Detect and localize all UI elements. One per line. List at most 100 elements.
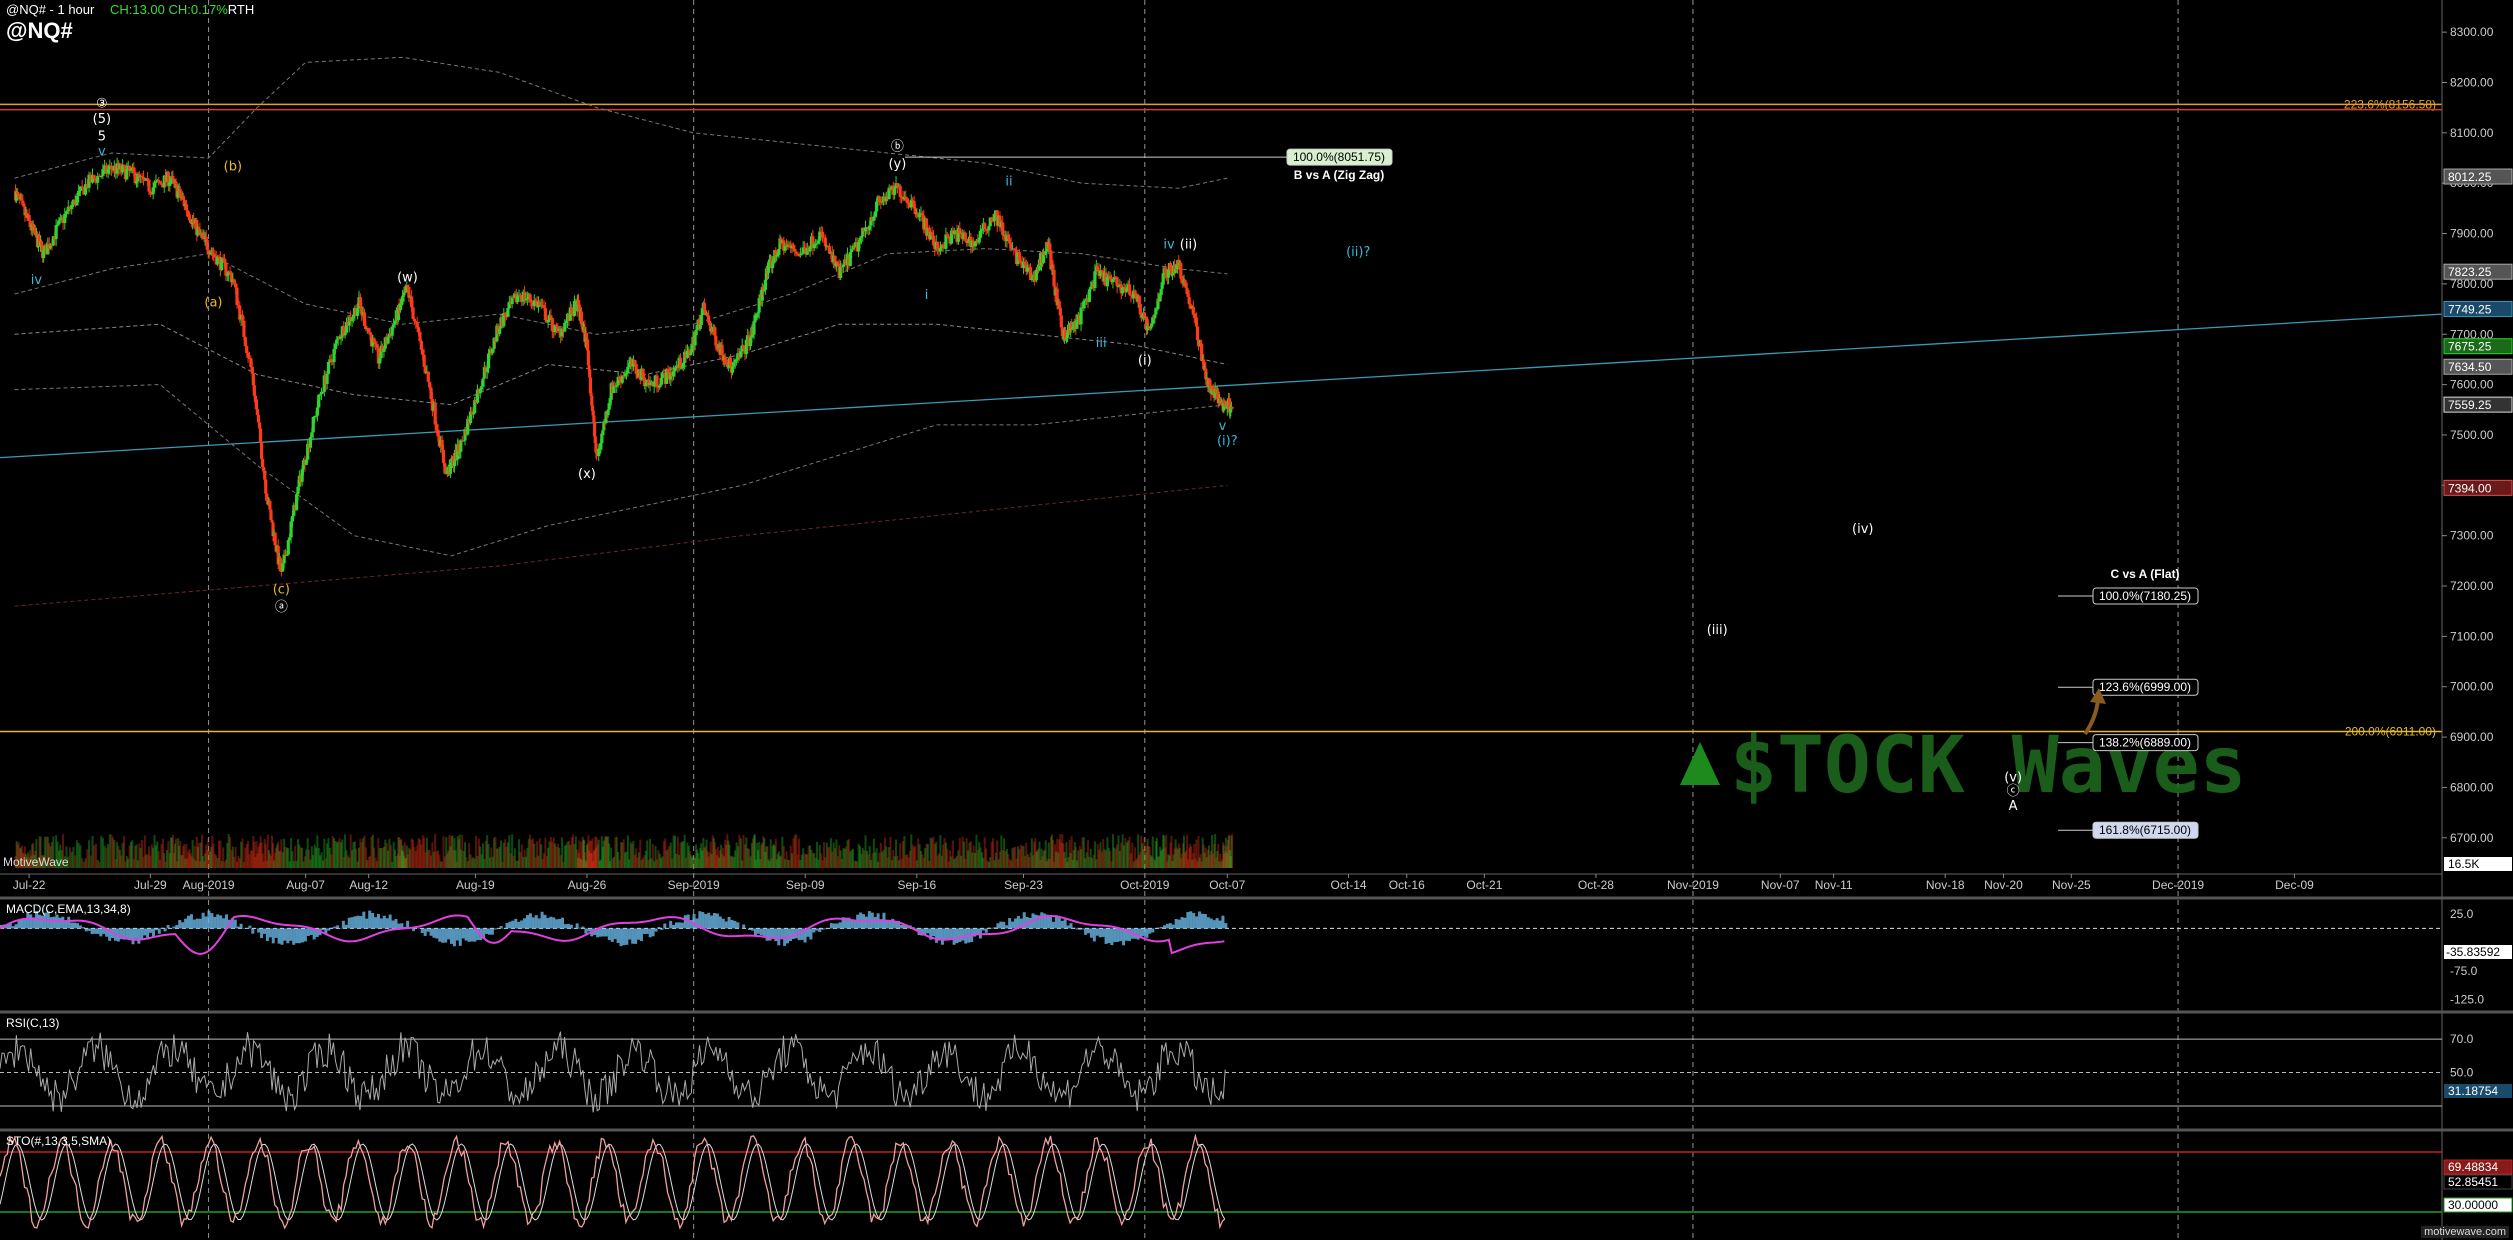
y-tick-label: 7600.00 bbox=[2450, 378, 2494, 392]
macd-histogram-bar bbox=[558, 919, 562, 929]
macd-histogram-bar bbox=[867, 911, 871, 929]
macd-histogram-bar bbox=[131, 928, 135, 945]
macd-histogram-bar bbox=[1127, 928, 1131, 941]
macd-histogram-bar bbox=[493, 928, 497, 930]
macd-histogram-bar bbox=[645, 928, 649, 934]
macd-histogram-bar bbox=[444, 928, 448, 943]
macd-histogram-bar bbox=[327, 928, 331, 931]
macd-histogram-bar bbox=[458, 928, 462, 946]
macd-histogram-bar bbox=[818, 928, 822, 932]
macd-histogram-bar bbox=[1101, 928, 1105, 937]
candle-body bbox=[1230, 406, 1234, 409]
macd-histogram-bar bbox=[900, 924, 904, 929]
macd-histogram-bar bbox=[397, 923, 401, 929]
price-change: CH:13.00 CH:0.17% bbox=[109, 2, 228, 17]
wave-label: (i) bbox=[1138, 353, 1152, 368]
macd-histogram-bar bbox=[52, 916, 56, 929]
macd-histogram-bar bbox=[762, 928, 766, 937]
macd-histogram-bar bbox=[1189, 911, 1193, 929]
macd-histogram-bar bbox=[733, 920, 737, 929]
volume-bar bbox=[68, 847, 71, 868]
macd-histogram-bar bbox=[637, 928, 641, 940]
wave-label: (x) bbox=[578, 467, 596, 482]
macd-histogram-bar bbox=[850, 920, 854, 929]
macd-histogram-bar bbox=[1160, 926, 1164, 929]
macd-histogram-bar bbox=[1049, 916, 1053, 929]
candle-body bbox=[99, 175, 103, 177]
macd-histogram-bar bbox=[704, 914, 708, 929]
macd-histogram-bar bbox=[1174, 919, 1178, 929]
macd-histogram-bar bbox=[490, 928, 494, 935]
macd-histogram-bar bbox=[1212, 920, 1216, 929]
macd-histogram-bar bbox=[470, 928, 474, 942]
macd-histogram-bar bbox=[151, 928, 155, 937]
price-label-text: 7394.00 bbox=[2448, 481, 2492, 495]
macd-histogram-bar bbox=[1092, 928, 1096, 942]
macd-histogram-bar bbox=[1034, 914, 1038, 929]
candle-body bbox=[763, 279, 768, 290]
candle-body bbox=[1115, 277, 1119, 287]
x-tick-label: Oct-07 bbox=[1209, 878, 1245, 892]
macd-histogram-bar bbox=[1084, 928, 1088, 935]
macd-histogram-bar bbox=[680, 922, 684, 929]
candle-body bbox=[422, 354, 426, 367]
x-tick-label: Nov-25 bbox=[2052, 878, 2091, 892]
macd-histogram-bar bbox=[239, 923, 243, 929]
x-tick-label: Nov-11 bbox=[1815, 878, 1853, 892]
macd-histogram-bar bbox=[525, 915, 529, 929]
macd-histogram-bar bbox=[464, 928, 468, 941]
macd-histogram-bar bbox=[546, 918, 550, 929]
macd-histogram-bar bbox=[523, 918, 527, 929]
macd-histogram-bar bbox=[520, 920, 524, 929]
macd-histogram-bar bbox=[1180, 917, 1184, 929]
macd-histogram-bar bbox=[292, 928, 296, 945]
candle-body bbox=[592, 421, 597, 437]
wave-label: ii bbox=[1005, 175, 1012, 190]
macd-histogram-bar bbox=[187, 915, 191, 929]
volume-bar bbox=[72, 846, 75, 868]
macd-histogram-bar bbox=[599, 928, 603, 937]
macd-histogram-bar bbox=[1183, 917, 1187, 929]
macd-histogram-bar bbox=[356, 915, 360, 929]
macd-histogram-bar bbox=[987, 927, 991, 929]
macd-histogram-bar bbox=[771, 928, 775, 939]
macd-histogram-bar bbox=[569, 924, 573, 929]
candle-body bbox=[411, 307, 415, 319]
macd-histogram-bar bbox=[736, 922, 740, 929]
macd-histogram-bar bbox=[715, 913, 719, 929]
candle-body bbox=[286, 540, 290, 555]
macd-histogram-bar bbox=[499, 925, 503, 929]
macd-histogram-bar bbox=[1013, 918, 1017, 929]
macd-histogram-bar bbox=[1078, 928, 1082, 930]
chart-header: @NQ# - 1 hour CH:13.00 CH:0.17%RTH bbox=[6, 2, 254, 17]
macd-histogram-bar bbox=[61, 916, 65, 929]
wave-label: (5) bbox=[93, 112, 111, 127]
stoch-current-label: 52.85451 bbox=[2443, 1174, 2513, 1190]
macd-histogram-bar bbox=[514, 918, 518, 929]
price-label: 7675.25 bbox=[2443, 338, 2513, 355]
candle-body bbox=[1079, 307, 1083, 325]
macd-histogram-bar bbox=[821, 928, 825, 930]
y-tick-label: 8200.00 bbox=[2450, 75, 2494, 89]
chart-canvas[interactable]: $TOCK Waves223.6%(8156.58)200.0%(6911.00… bbox=[0, 0, 2513, 1240]
macd-histogram-bar bbox=[958, 928, 962, 942]
rsi-tick-label: 50.0 bbox=[2450, 1066, 2474, 1080]
macd-histogram-bar bbox=[300, 928, 304, 943]
macd-histogram-bar bbox=[280, 928, 284, 945]
macd-tick-label: -125.0 bbox=[2450, 992, 2484, 1006]
macd-histogram-bar bbox=[505, 923, 509, 929]
candle-body bbox=[693, 335, 697, 346]
macd-histogram-bar bbox=[724, 921, 728, 929]
macd-histogram-bar bbox=[961, 928, 965, 941]
candle-body bbox=[963, 232, 967, 239]
wave-label: ③ bbox=[96, 97, 108, 112]
macd-histogram-bar bbox=[274, 928, 278, 938]
macd-histogram-bar bbox=[955, 928, 959, 944]
macd-histogram-bar bbox=[517, 921, 521, 929]
candle-body bbox=[426, 371, 430, 382]
macd-histogram-bar bbox=[485, 928, 489, 934]
macd-histogram-bar bbox=[788, 928, 792, 942]
fib-projection-label: 100.0%(8051.75) bbox=[1293, 150, 1385, 164]
macd-histogram-bar bbox=[1157, 927, 1161, 929]
x-tick-label: Nov-20 bbox=[1984, 878, 2023, 892]
